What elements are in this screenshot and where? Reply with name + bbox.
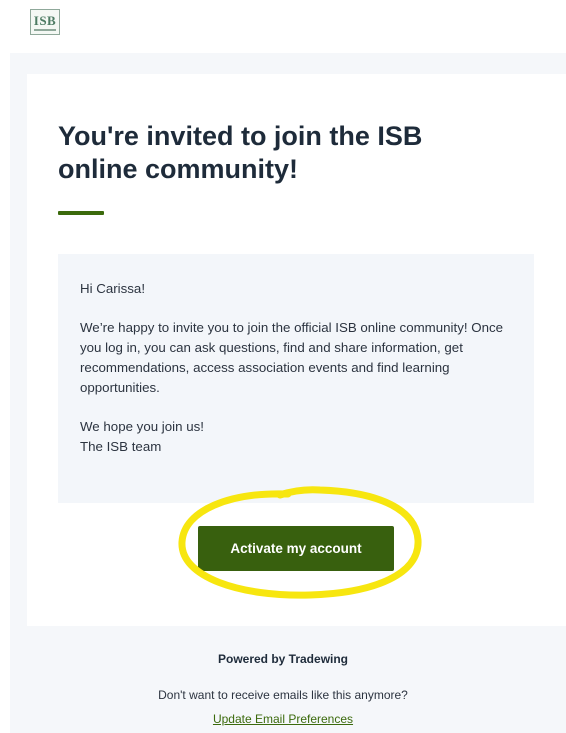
update-email-preferences-link[interactable]: Update Email Preferences	[0, 712, 566, 726]
email-card: You're invited to join the ISB online co…	[27, 74, 566, 626]
powered-by-text: Powered by Tradewing	[217, 652, 349, 666]
logo-text: ISB	[33, 12, 57, 28]
logo-underline	[34, 28, 56, 31]
isb-logo: ISB	[30, 9, 60, 35]
email-background: You're invited to join the ISB online co…	[10, 53, 566, 733]
signature-line: The ISB team	[80, 439, 162, 454]
unsubscribe-prompt: Don't want to receive emails like this a…	[158, 688, 408, 702]
message-box: Hi Carissa! We’re happy to invite you to…	[58, 254, 534, 503]
activate-account-button[interactable]: Activate my account	[198, 526, 394, 571]
greeting-text: Hi Carissa!	[80, 281, 146, 296]
invitation-headline: You're invited to join the ISB online co…	[58, 121, 423, 184]
headline-divider	[58, 211, 104, 215]
invitation-body-text: We’re happy to invite you to join the of…	[80, 320, 504, 395]
email-page: ISB You're invited to join the ISB onlin…	[0, 0, 566, 733]
closing-line: We hope you join us!	[80, 419, 204, 434]
